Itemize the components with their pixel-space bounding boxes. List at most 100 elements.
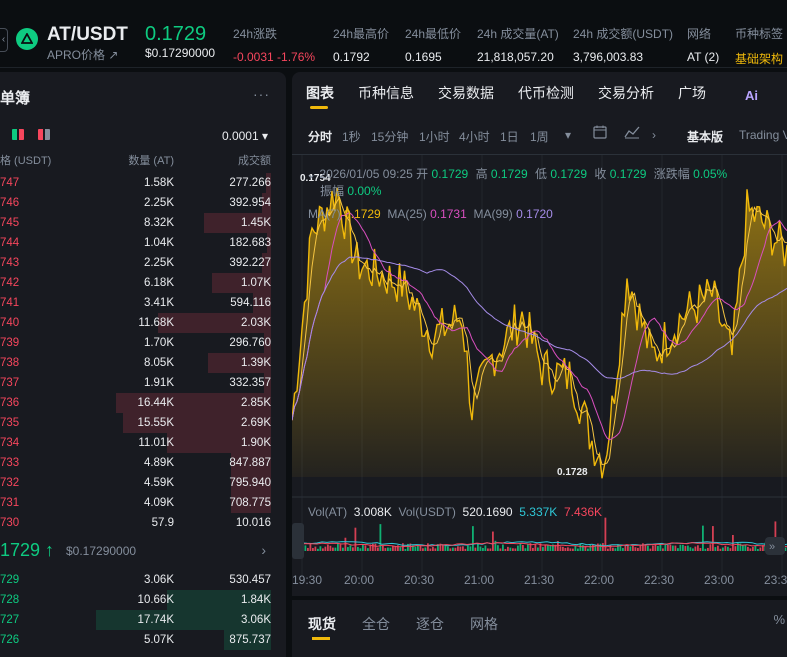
- stat-value: 0.1695: [405, 50, 442, 64]
- volume-bar: [462, 546, 464, 551]
- tab-3[interactable]: 代币检测: [518, 83, 574, 109]
- change-label: 涨跌幅: [653, 167, 690, 181]
- volume-bar: [597, 543, 599, 551]
- interval-1h[interactable]: 1小时: [419, 128, 450, 145]
- trade-tab-3[interactable]: 网格: [470, 614, 498, 640]
- ask-row[interactable]: 746 2.25K 392.954: [0, 193, 286, 213]
- volume-bar: [689, 547, 692, 551]
- asks-view-icon[interactable]: [38, 129, 50, 140]
- chevron-right-icon[interactable]: ›: [652, 128, 656, 142]
- volume-bar: [684, 545, 687, 551]
- ma7-label: MA(7): [308, 207, 341, 221]
- ask-row[interactable]: 745 8.32K 1.45K: [0, 213, 286, 233]
- stat-0: 24h涨跌 -0.0031 -1.76%: [233, 25, 315, 64]
- mid-price-row[interactable]: 1729 ↑ $0.17290000 ›: [0, 540, 286, 564]
- ask-price: 735: [0, 417, 20, 429]
- low-label: 低: [534, 167, 547, 181]
- volume-bar: [634, 547, 637, 551]
- tab-4[interactable]: 交易分析: [598, 83, 654, 109]
- collapse-arrow-icon[interactable]: ‹: [0, 28, 8, 52]
- pair-symbol[interactable]: AT/USDT: [47, 24, 128, 46]
- stat-label: 24h 成交额(USDT): [573, 27, 674, 41]
- volume-bar: [672, 545, 674, 551]
- bid-row[interactable]: 729 3.06K 530.457: [0, 570, 286, 590]
- interval-line[interactable]: 分时: [308, 128, 332, 145]
- interval-1s[interactable]: 1秒: [342, 128, 361, 145]
- ask-total: 2.69K: [240, 417, 271, 429]
- ask-row[interactable]: 747 1.58K 277.266: [0, 173, 286, 193]
- interval-1w[interactable]: 1周: [530, 128, 549, 145]
- tab-2[interactable]: 交易数据: [438, 83, 494, 109]
- volume-bar: [759, 547, 762, 551]
- interval-1d[interactable]: 1日: [500, 128, 519, 145]
- last-price: 0.1729: [145, 23, 207, 45]
- ask-total: 332.357: [229, 377, 271, 389]
- tab-1[interactable]: 币种信息: [358, 83, 414, 109]
- volume-bar: [447, 546, 449, 551]
- tab-0[interactable]: 图表: [306, 83, 334, 109]
- ask-qty: 1.91K: [143, 377, 174, 389]
- calendar-icon[interactable]: [593, 125, 607, 142]
- ask-row[interactable]: 739 1.70K 296.760: [0, 333, 286, 353]
- ask-row[interactable]: 741 3.41K 594.116: [0, 293, 286, 313]
- volume-bar: [322, 548, 324, 551]
- mid-price: 1729 ↑: [0, 540, 55, 560]
- coin-price-link[interactable]: APRO价格 ↗: [47, 46, 118, 63]
- volume-bar: [734, 546, 737, 551]
- stat-1: 24h最高价 0.1792: [333, 25, 389, 64]
- percent-icon[interactable]: %: [773, 612, 785, 627]
- ask-row[interactable]: 732 4.59K 795.940: [0, 473, 286, 493]
- ask-row[interactable]: 735 15.55K 2.69K: [0, 413, 286, 433]
- view-basic[interactable]: 基本版: [687, 128, 723, 145]
- volume-bar: [372, 543, 374, 551]
- chevron-right-icon[interactable]: ›: [261, 542, 266, 558]
- volume-bar: [472, 526, 474, 551]
- ask-row[interactable]: 744 1.04K 182.683: [0, 233, 286, 253]
- ask-row[interactable]: 740 11.68K 2.03K: [0, 313, 286, 333]
- bid-row[interactable]: 728 10.66K 1.84K: [0, 590, 286, 610]
- stat-value: 基础架构: [735, 52, 784, 66]
- stat-value: -0.0031 -1.76%: [233, 50, 316, 64]
- volume-bar: [489, 548, 492, 551]
- ask-row[interactable]: 736 16.44K 2.85K: [0, 393, 286, 413]
- ai-icon[interactable]: Ai: [745, 88, 758, 103]
- interval-4h[interactable]: 4小时: [459, 128, 490, 145]
- volume-bar: [402, 543, 404, 551]
- volume-bar: [514, 548, 517, 551]
- ask-row[interactable]: 742 6.18K 1.07K: [0, 273, 286, 293]
- volume-bar: [607, 548, 609, 551]
- price-chart[interactable]: 0.1754 0.1728» ⌄ 2026/01/05 09:25 开 0.172…: [292, 154, 787, 596]
- volume-bar: [404, 548, 407, 551]
- ask-row[interactable]: 733 4.89K 847.887: [0, 453, 286, 473]
- ask-row[interactable]: 730 57.9 10.016: [0, 513, 286, 533]
- volume-bar: [629, 546, 632, 551]
- scroll-right-icon: »: [769, 541, 775, 553]
- tab-5[interactable]: 广场: [678, 83, 706, 109]
- trade-tab-2[interactable]: 逐仓: [416, 614, 444, 640]
- orderbook-header: 格 (USDT) 数量 (AT) 成交额: [0, 152, 286, 168]
- indicator-icon[interactable]: [624, 125, 640, 142]
- both-sides-view-icon[interactable]: [12, 129, 24, 140]
- volume-bar: [674, 545, 677, 551]
- more-options-icon[interactable]: ···: [253, 86, 270, 102]
- ask-row[interactable]: 738 8.05K 1.39K: [0, 353, 286, 373]
- ask-row[interactable]: 743 2.25K 392.227: [0, 253, 286, 273]
- view-tradingview[interactable]: Trading V: [739, 128, 787, 142]
- trade-tab-0[interactable]: 现货: [308, 614, 336, 640]
- precision-select[interactable]: 0.0001 ▾: [222, 129, 268, 143]
- trade-tab-1[interactable]: 全仓: [362, 614, 390, 640]
- ask-row[interactable]: 737 1.91K 332.357: [0, 373, 286, 393]
- bid-row[interactable]: 727 17.74K 3.06K: [0, 610, 286, 630]
- x-tick: 21:00: [464, 573, 495, 587]
- ask-row[interactable]: 731 4.09K 708.775: [0, 493, 286, 513]
- bid-row[interactable]: 726 5.07K 875.737: [0, 630, 286, 650]
- volume-bar: [699, 547, 702, 551]
- volume-bar: [324, 546, 327, 551]
- interval-more-icon[interactable]: ▾: [565, 128, 571, 142]
- orderbook-panel: 单簿 ··· 0.0001 ▾ 格 (USDT) 数量 (AT) 成交额 747…: [0, 72, 286, 657]
- ask-row[interactable]: 734 11.01K 1.90K: [0, 433, 286, 453]
- bid-price: 727: [0, 614, 20, 626]
- ask-qty: 1.04K: [143, 237, 174, 249]
- volume-bar: [507, 546, 509, 551]
- interval-15m[interactable]: 15分钟: [371, 128, 408, 145]
